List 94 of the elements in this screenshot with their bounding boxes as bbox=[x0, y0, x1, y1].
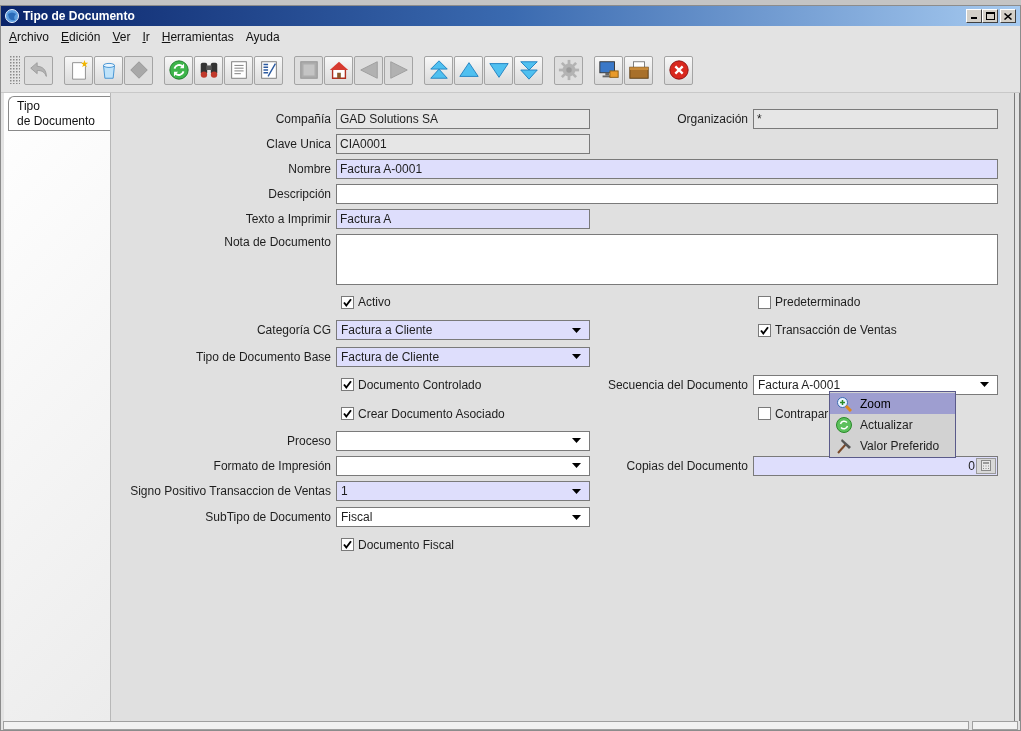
caret-icon bbox=[572, 514, 581, 520]
menu-item[interactable]: Actualizar bbox=[830, 414, 955, 435]
field-label: Tipo de Documento Base bbox=[196, 348, 331, 366]
double-down-arrow-icon bbox=[517, 59, 540, 81]
caret-icon bbox=[572, 354, 581, 359]
text-field[interactable]: Factura A bbox=[336, 208, 590, 229]
checkbox[interactable] bbox=[341, 538, 354, 551]
calculator-icon bbox=[981, 460, 991, 471]
toolbar-button[interactable] bbox=[324, 55, 353, 85]
menu-item[interactable]: Archivo bbox=[9, 28, 50, 46]
checkbox[interactable] bbox=[341, 378, 354, 391]
checkbox[interactable] bbox=[341, 295, 354, 309]
dropdown-field[interactable]: Factura A-0001 bbox=[753, 374, 998, 395]
text-field[interactable] bbox=[336, 183, 998, 204]
field-label: Formato de Impresión bbox=[213, 457, 331, 475]
caret-icon bbox=[572, 327, 581, 333]
close-icon bbox=[667, 59, 690, 81]
refresh-icon bbox=[167, 59, 190, 81]
checkbox-label: Transacción de Ventas bbox=[775, 322, 897, 339]
monitor-icon bbox=[597, 59, 620, 81]
checkbox[interactable] bbox=[758, 295, 771, 309]
window-title: Tipo de Documento bbox=[23, 8, 135, 25]
field-label: Nota de Documento bbox=[224, 234, 331, 251]
diamond-icon bbox=[127, 59, 150, 81]
dropdown-field[interactable] bbox=[336, 430, 590, 451]
minimize-icon bbox=[971, 17, 977, 19]
close-icon bbox=[1004, 12, 1012, 20]
left-arrow-icon bbox=[357, 59, 380, 81]
field-label: Nombre bbox=[288, 160, 331, 178]
caret-icon bbox=[572, 488, 581, 494]
globe-icon bbox=[5, 9, 19, 23]
menu-item[interactable]: Ver bbox=[112, 28, 131, 46]
maximize-icon bbox=[985, 12, 995, 20]
dropdown-field[interactable]: Factura de Cliente bbox=[336, 346, 590, 367]
text-field[interactable]: GAD Solutions SA bbox=[336, 109, 590, 129]
toolbar-button[interactable] bbox=[254, 55, 283, 85]
field-label: Descripción bbox=[268, 185, 331, 203]
menu-item[interactable]: Edición bbox=[61, 28, 101, 46]
number-field[interactable]: 0 bbox=[753, 455, 998, 476]
dropdown-field[interactable]: Fiscal bbox=[336, 507, 590, 527]
checkbox-label: Documento Fiscal bbox=[358, 536, 455, 554]
checkbox-label: Documento Controlado bbox=[358, 376, 482, 394]
menu-item[interactable]: Herramientas bbox=[161, 28, 234, 46]
field-label: Categoría CG bbox=[256, 322, 331, 339]
caret-icon bbox=[980, 382, 989, 387]
toolbar-button[interactable] bbox=[594, 55, 623, 85]
zoom-icon bbox=[836, 395, 852, 412]
field-label: Secuencia del Documento bbox=[607, 376, 748, 394]
checkbox[interactable] bbox=[341, 407, 354, 420]
gear-icon bbox=[557, 59, 580, 81]
toolbar-button[interactable] bbox=[194, 55, 223, 85]
field-label: Texto a Imprimir bbox=[245, 210, 331, 228]
checkbox-label: Contrapar bbox=[775, 405, 829, 423]
text-area[interactable] bbox=[336, 233, 998, 285]
double-up-arrow-icon bbox=[427, 59, 450, 81]
checkbox-label: Predeterminado bbox=[775, 294, 861, 311]
dropdown-field[interactable]: 1 bbox=[336, 481, 590, 501]
tab[interactable]: Tipo de Documento bbox=[8, 96, 110, 131]
text-field[interactable]: CIA0001 bbox=[336, 133, 590, 154]
field-label: Organización bbox=[677, 111, 748, 128]
checkbox-label: Crear Documento Asociado bbox=[358, 405, 505, 423]
minimize-button[interactable] bbox=[966, 9, 982, 23]
toolbar-button[interactable] bbox=[624, 55, 653, 85]
refresh-icon bbox=[836, 416, 852, 433]
house-icon bbox=[327, 59, 350, 81]
toolbar-button[interactable] bbox=[664, 55, 693, 85]
field-label: Clave Unica bbox=[266, 135, 331, 153]
close-button[interactable] bbox=[1000, 9, 1016, 23]
checkbox[interactable] bbox=[758, 323, 771, 337]
dropdown-field[interactable] bbox=[336, 455, 590, 476]
frame-icon bbox=[297, 59, 320, 81]
text-field[interactable]: Factura A-0001 bbox=[336, 158, 998, 179]
menu-item[interactable]: Valor Preferido bbox=[830, 435, 955, 456]
field-label: Copias del Documento bbox=[626, 457, 748, 475]
box-icon bbox=[627, 59, 650, 81]
dropdown-field[interactable]: Factura a Cliente bbox=[336, 320, 590, 340]
calculator-button[interactable] bbox=[976, 457, 996, 474]
field-label: SubTipo de Documento bbox=[205, 509, 331, 526]
maximize-button[interactable] bbox=[982, 9, 998, 23]
toolbar-grip[interactable] bbox=[10, 56, 20, 84]
checkbox-label: Activo bbox=[358, 294, 391, 311]
field-label: Compañía bbox=[275, 111, 331, 128]
menu-item[interactable]: Zoom bbox=[830, 393, 955, 414]
status-panel bbox=[972, 721, 1018, 730]
menu-item[interactable]: Ayuda bbox=[245, 28, 280, 46]
field-label: Signo Positivo Transaccion de Ventas bbox=[130, 483, 331, 500]
menu-item[interactable]: Ir bbox=[142, 28, 150, 46]
text-field[interactable]: * bbox=[753, 109, 998, 129]
field-label: Proceso bbox=[286, 432, 331, 450]
hammer-icon bbox=[836, 437, 852, 454]
caret-icon bbox=[572, 438, 581, 443]
caret-icon bbox=[572, 463, 581, 468]
right-arrow-icon bbox=[387, 59, 410, 81]
checkbox[interactable] bbox=[758, 407, 771, 420]
